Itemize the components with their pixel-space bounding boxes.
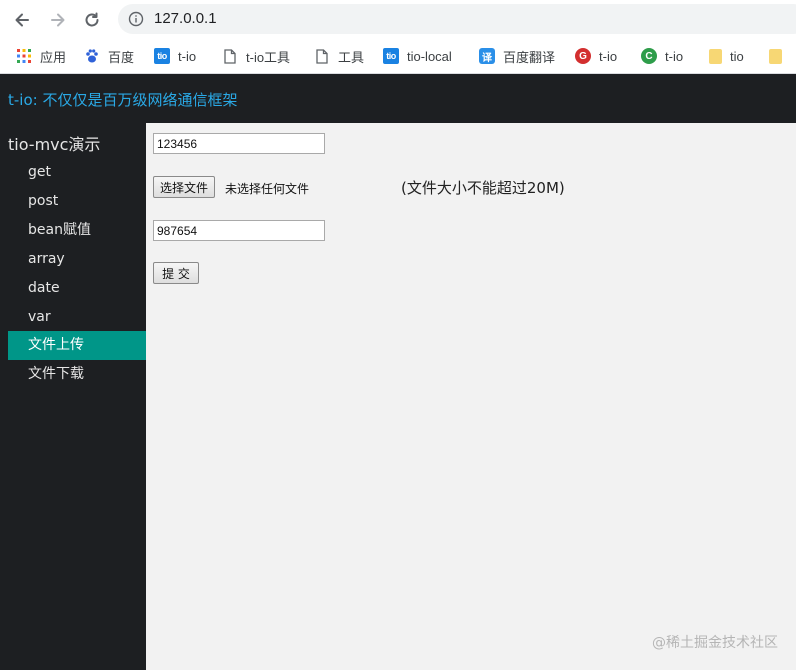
bookmark-baidu-translate[interactable]: 译 百度翻译 [479,47,555,65]
bookmark-tio-tools[interactable]: t-io工具 [222,47,290,65]
bookmark-label: tio-local [407,48,452,64]
bookmark-label: 百度 [108,49,135,65]
sidebar-item-bean[interactable]: bean赋值 [8,216,146,245]
bookmark-baidu[interactable]: 百度 [84,47,134,65]
folder-icon [769,48,782,64]
header-title: t-io: 不仅仅是百万级网络通信框架 [8,91,238,109]
browser-toolbar: 127.0.0.1 [0,0,796,38]
field2-input[interactable] [153,220,325,241]
arrow-left-icon [15,13,29,27]
info-icon[interactable] [128,11,144,27]
bookmark-tio-local[interactable]: tio tio-local [383,47,452,65]
field1-input[interactable] [153,133,325,154]
baidu-paw-icon [84,48,100,64]
g-circle-icon: G [575,48,591,64]
bookmark-tools[interactable]: 工具 [314,47,364,65]
sidebar-title: tio-mvc演示 [8,135,101,154]
bookmark-tio[interactable]: tio t-io [154,47,196,65]
url-text: 127.0.0.1 [154,10,217,27]
bookmark-label: 应用 [40,49,67,65]
arrow-right-icon [51,13,65,27]
sidebar-item-date[interactable]: date [8,274,146,303]
bookmark-label: t-io工具 [246,49,291,65]
page-header: t-io: 不仅仅是百万级网络通信框架 [0,74,796,123]
sidebar: tio-mvc演示 get post bean赋值 array date var… [0,123,146,670]
bookmark-label: t-io [178,48,197,64]
sidebar-item-get[interactable]: get [8,158,146,187]
bookmark-apps[interactable]: 应用 [16,47,66,65]
apps-grid-icon [16,48,32,64]
bookmarks-bar: 应用 百度 tio t-io t-io工具 工具 tio tio-local 译… [0,38,796,74]
bookmark-tio-folder[interactable]: tio [709,47,744,65]
sidebar-item-post[interactable]: post [8,187,146,216]
bookmark-label: t-io [665,48,684,64]
bookmark-label: t-io [599,48,618,64]
c-circle-icon: C [641,48,657,64]
address-bar[interactable]: 127.0.0.1 [118,4,796,34]
choose-file-button[interactable]: 选择文件 [153,176,216,198]
file-size-note: (文件大小不能超过20M) [401,179,565,197]
bookmark-label: tio [730,48,744,64]
folder-icon [709,48,722,64]
translate-icon: 译 [479,48,495,64]
watermark: @稀土掘金技术社区 [652,635,778,651]
tio-icon: tio [383,48,399,64]
sidebar-item-file-upload[interactable]: 文件上传 [8,331,146,360]
bookmark-more-folder[interactable] [769,47,790,65]
main-content: 选择文件 未选择任何文件 (文件大小不能超过20M) 提 交 [146,123,796,670]
bookmark-tio-c[interactable]: C t-io [641,47,683,65]
bookmark-label: 工具 [338,49,365,65]
page-icon [314,48,330,64]
forward-button[interactable] [46,8,70,32]
page-icon [222,48,238,64]
submit-button[interactable]: 提 交 [153,262,199,284]
reload-icon [85,12,99,27]
back-button[interactable] [10,8,34,32]
reload-button[interactable] [80,8,104,32]
no-file-text: 未选择任何文件 [225,182,310,196]
sidebar-item-array[interactable]: array [8,245,146,274]
tio-icon: tio [154,48,170,64]
sidebar-item-file-download[interactable]: 文件下载 [8,360,146,389]
bookmark-tio-g[interactable]: G t-io [575,47,617,65]
sidebar-item-var[interactable]: var [8,303,146,332]
bookmark-label: 百度翻译 [503,49,556,65]
